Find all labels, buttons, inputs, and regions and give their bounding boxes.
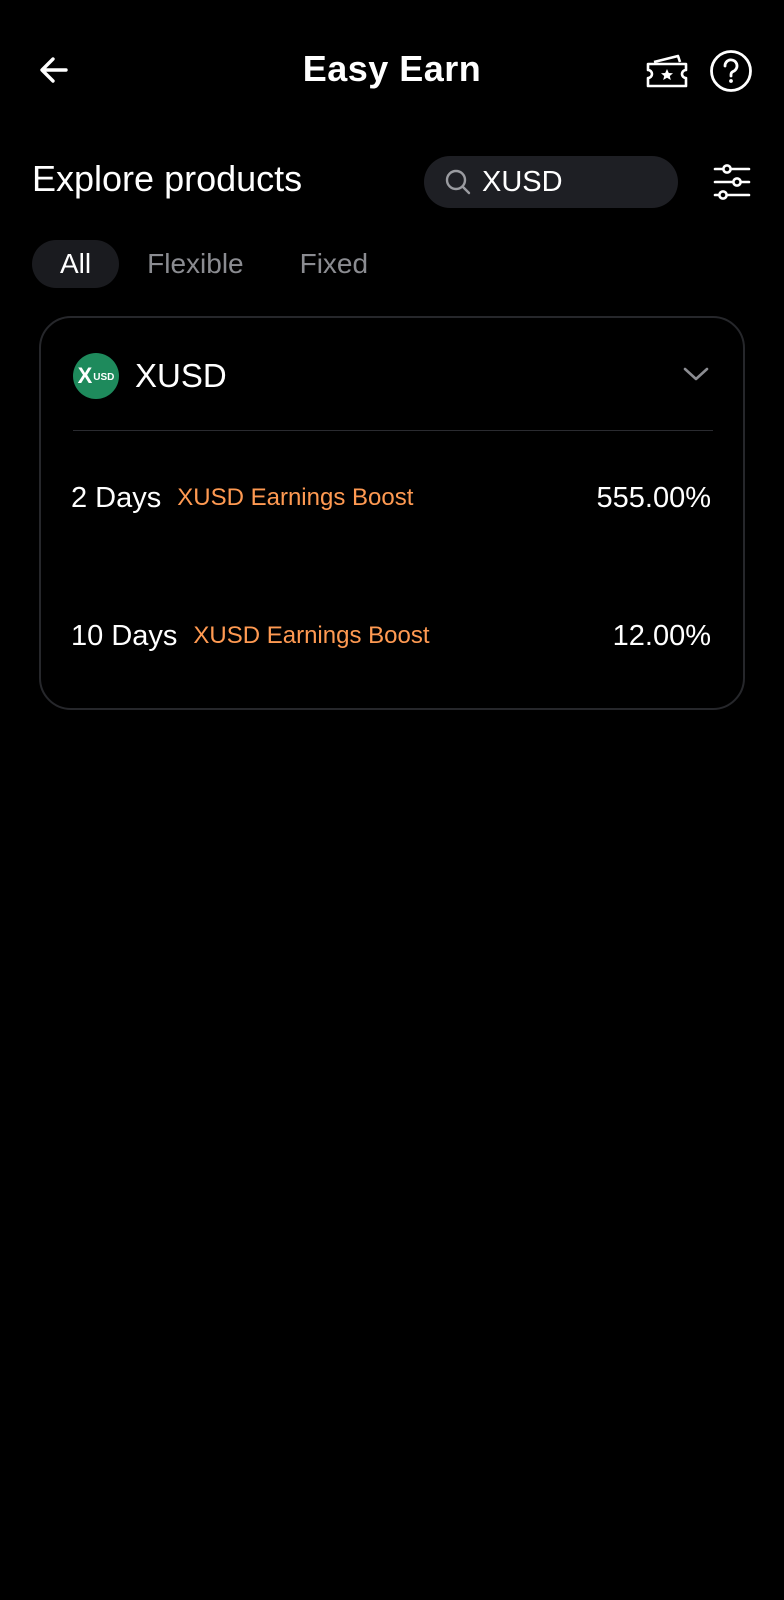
logo-suffix: USD <box>93 372 115 383</box>
help-button[interactable] <box>706 46 756 96</box>
divider <box>73 430 713 431</box>
sliders-icon <box>713 164 751 200</box>
xusd-logo: X USD <box>73 353 119 399</box>
product-tag: XUSD Earnings Boost <box>193 622 430 649</box>
search-icon <box>444 168 472 196</box>
filter-button[interactable] <box>710 160 754 204</box>
tab-fixed[interactable]: Fixed <box>272 240 396 288</box>
question-circle-icon <box>710 50 752 92</box>
easy-earn-screen: Easy Earn Explore products XUSD All Flex… <box>0 0 784 1600</box>
product-type-tabs: All Flexible Fixed <box>32 240 396 288</box>
product-term: 2 Days <box>71 481 162 514</box>
product-row[interactable]: 2 Days XUSD Earnings Boost 555.00% <box>71 468 711 528</box>
logo-letter: X <box>77 363 93 388</box>
search-input[interactable] <box>482 165 662 199</box>
product-term: 10 Days <box>71 619 178 652</box>
chevron-down-icon[interactable] <box>681 362 711 386</box>
product-tag: XUSD Earnings Boost <box>177 484 414 511</box>
tab-flexible[interactable]: Flexible <box>119 240 271 288</box>
asset-header[interactable]: X USD XUSD <box>73 352 715 400</box>
voucher-button[interactable] <box>642 46 692 96</box>
ticket-star-icon <box>646 54 688 88</box>
tab-all[interactable]: All <box>32 240 120 288</box>
asset-name: XUSD <box>135 357 227 394</box>
product-apr: 12.00% <box>612 619 711 652</box>
product-apr: 555.00% <box>596 481 712 514</box>
search-bar[interactable] <box>424 156 678 208</box>
explore-products-title: Explore products <box>32 158 303 199</box>
top-bar: Easy Earn <box>0 0 784 140</box>
product-row[interactable]: 10 Days XUSD Earnings Boost 12.00% <box>71 606 711 666</box>
